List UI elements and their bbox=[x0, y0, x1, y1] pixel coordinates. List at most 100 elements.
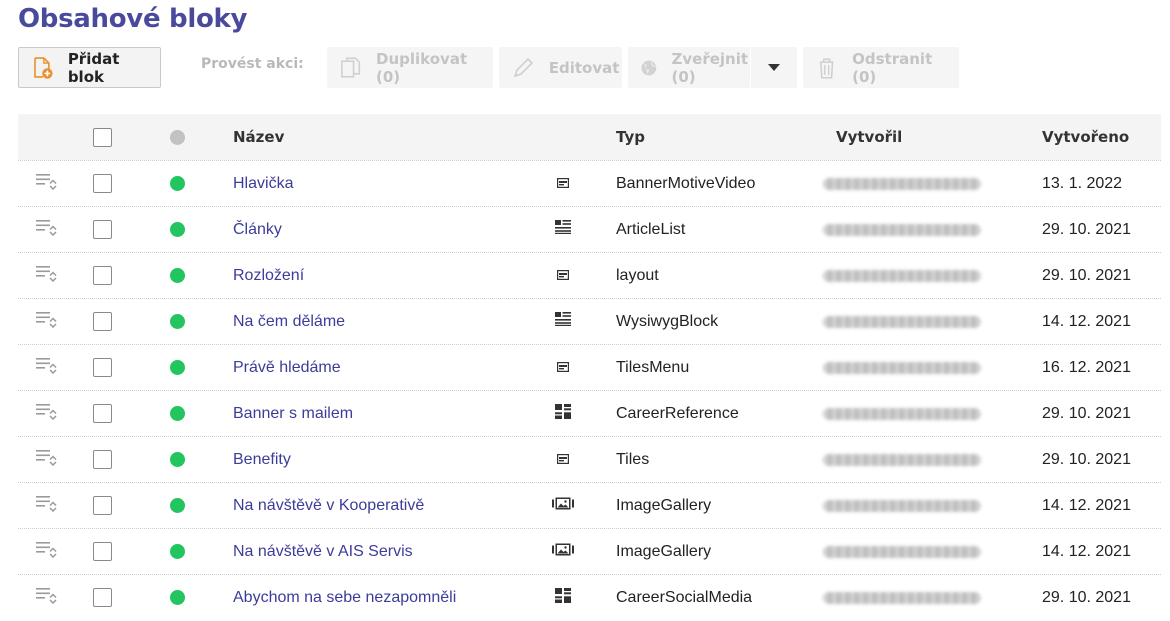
table-row[interactable]: Banner s mailem CareerReference 29. 10. 20… bbox=[18, 390, 1161, 436]
drag-handle-icon[interactable] bbox=[36, 311, 58, 333]
select-all-checkbox[interactable] bbox=[93, 127, 112, 147]
status-dot bbox=[170, 268, 185, 283]
list-icon bbox=[555, 220, 571, 239]
creator-redacted bbox=[823, 453, 981, 466]
block-name-link[interactable]: Na návštěvě v AIS Servis bbox=[233, 543, 413, 561]
block-name-link[interactable]: Právě hledáme bbox=[233, 359, 341, 377]
copy-icon bbox=[340, 57, 360, 77]
table-row[interactable]: Benefity Tiles 29. 10. 2021 bbox=[18, 436, 1161, 482]
block-type: ImageGallery bbox=[616, 542, 712, 560]
status-dot bbox=[170, 544, 185, 559]
drag-handle-icon[interactable] bbox=[36, 357, 58, 379]
header-type[interactable]: Typ bbox=[616, 128, 645, 146]
banner-icon bbox=[557, 175, 570, 193]
grid-icon bbox=[555, 403, 571, 424]
delete-button[interactable]: Odstranit (0) bbox=[802, 47, 959, 88]
block-type: layout bbox=[616, 266, 659, 284]
table-row[interactable]: Na čem děláme WysiwygBlock 14. 12. 2021 bbox=[18, 298, 1161, 344]
creator-redacted bbox=[823, 407, 981, 420]
row-checkbox[interactable] bbox=[93, 542, 112, 561]
created-date: 29. 10. 2021 bbox=[1042, 404, 1131, 422]
publish-label: Zveřejnit (0) bbox=[671, 49, 749, 86]
creator-redacted bbox=[823, 315, 981, 328]
status-dot bbox=[170, 498, 185, 513]
block-type: ImageGallery bbox=[616, 496, 712, 514]
action-label: Provést akci: bbox=[201, 55, 304, 72]
row-checkbox[interactable] bbox=[93, 450, 112, 469]
status-dot bbox=[170, 452, 185, 467]
status-dot bbox=[170, 406, 185, 421]
block-name-link[interactable]: Články bbox=[233, 221, 282, 239]
table-header: Název Typ Vytvořil Vytvořeno bbox=[18, 114, 1161, 160]
block-type: TilesMenu bbox=[616, 358, 690, 376]
drag-handle-icon[interactable] bbox=[36, 541, 58, 563]
table-row[interactable]: Abychom na sebe nezapomněli CareerSocialM… bbox=[18, 574, 1161, 620]
delete-label: Odstranit (0) bbox=[852, 49, 933, 86]
drag-handle-icon[interactable] bbox=[36, 173, 58, 195]
block-type: BannerMotiveVideo bbox=[616, 174, 756, 192]
table-row[interactable]: Články ArticleList 29. 10. 2021 bbox=[18, 206, 1161, 252]
block-name-link[interactable]: Hlavička bbox=[233, 175, 293, 193]
publish-dropdown-button[interactable] bbox=[750, 47, 797, 88]
status-dot bbox=[170, 314, 185, 329]
table-body: Hlavička BannerMotiveVideo 13. 1. 2022 Člán… bbox=[18, 160, 1161, 620]
row-checkbox[interactable] bbox=[93, 404, 112, 423]
row-checkbox[interactable] bbox=[93, 312, 112, 331]
publish-button[interactable]: Zveřejnit (0) bbox=[627, 47, 750, 88]
gallery-icon bbox=[552, 497, 574, 515]
globe-icon bbox=[641, 60, 657, 75]
drag-handle-icon[interactable] bbox=[36, 219, 58, 241]
status-dot bbox=[170, 590, 185, 605]
edit-button[interactable]: Editovat bbox=[498, 47, 622, 88]
header-creator[interactable]: Vytvořil bbox=[836, 128, 902, 146]
block-name-link[interactable]: Na návštěvě v Kooperativě bbox=[233, 497, 424, 515]
drag-handle-icon[interactable] bbox=[36, 449, 58, 471]
block-type: CareerSocialMedia bbox=[616, 588, 753, 606]
block-name-link[interactable]: Abychom na sebe nezapomněli bbox=[233, 589, 456, 607]
creator-redacted bbox=[823, 223, 981, 236]
row-checkbox[interactable] bbox=[93, 174, 112, 193]
table-row[interactable]: Na návštěvě v AIS Servis ImageGallery 14. … bbox=[18, 528, 1161, 574]
created-date: 29. 10. 2021 bbox=[1042, 266, 1131, 284]
creator-redacted bbox=[823, 361, 981, 374]
list-icon bbox=[555, 312, 571, 331]
block-type: CareerReference bbox=[616, 404, 739, 422]
header-name[interactable]: Název bbox=[233, 128, 284, 146]
duplicate-label: Duplikovat (0) bbox=[376, 49, 468, 86]
status-dot bbox=[170, 222, 185, 237]
drag-handle-icon[interactable] bbox=[36, 495, 58, 517]
block-name-link[interactable]: Rozložení bbox=[233, 267, 304, 285]
row-checkbox[interactable] bbox=[93, 220, 112, 239]
created-date: 29. 10. 2021 bbox=[1042, 220, 1131, 238]
add-document-icon bbox=[34, 56, 53, 79]
row-checkbox[interactable] bbox=[93, 588, 112, 607]
table-row[interactable]: Na návštěvě v Kooperativě ImageGallery 14.… bbox=[18, 482, 1161, 528]
table-row[interactable]: Právě hledáme TilesMenu 16. 12. 2021 bbox=[18, 344, 1161, 390]
drag-handle-icon[interactable] bbox=[36, 403, 58, 425]
edit-label: Editovat bbox=[548, 58, 620, 77]
add-block-button[interactable]: Přidat blok bbox=[18, 47, 161, 88]
header-created[interactable]: Vytvořeno bbox=[1042, 128, 1129, 146]
pencil-icon bbox=[513, 57, 533, 77]
table-row[interactable]: Rozložení layout 29. 10. 2021 bbox=[18, 252, 1161, 298]
block-name-link[interactable]: Na čem děláme bbox=[233, 313, 345, 331]
created-date: 14. 12. 2021 bbox=[1042, 542, 1131, 560]
add-block-label: Přidat blok bbox=[67, 49, 120, 86]
created-date: 13. 1. 2022 bbox=[1042, 174, 1123, 192]
block-type: WysiwygBlock bbox=[616, 312, 719, 330]
duplicate-button[interactable]: Duplikovat (0) bbox=[326, 47, 493, 88]
row-checkbox[interactable] bbox=[93, 496, 112, 515]
caret-down-icon bbox=[767, 64, 780, 71]
row-checkbox[interactable] bbox=[93, 358, 112, 377]
drag-handle-icon[interactable] bbox=[36, 587, 58, 609]
block-name-link[interactable]: Banner s mailem bbox=[233, 405, 353, 423]
block-name-link[interactable]: Benefity bbox=[233, 451, 291, 469]
grid-icon bbox=[555, 587, 571, 608]
trash-icon bbox=[819, 57, 834, 79]
creator-redacted bbox=[823, 591, 981, 604]
row-checkbox[interactable] bbox=[93, 266, 112, 285]
table-row[interactable]: Hlavička BannerMotiveVideo 13. 1. 2022 bbox=[18, 160, 1161, 206]
created-date: 29. 10. 2021 bbox=[1042, 450, 1131, 468]
page-title: Obsahové bloky bbox=[18, 4, 248, 34]
drag-handle-icon[interactable] bbox=[36, 265, 58, 287]
